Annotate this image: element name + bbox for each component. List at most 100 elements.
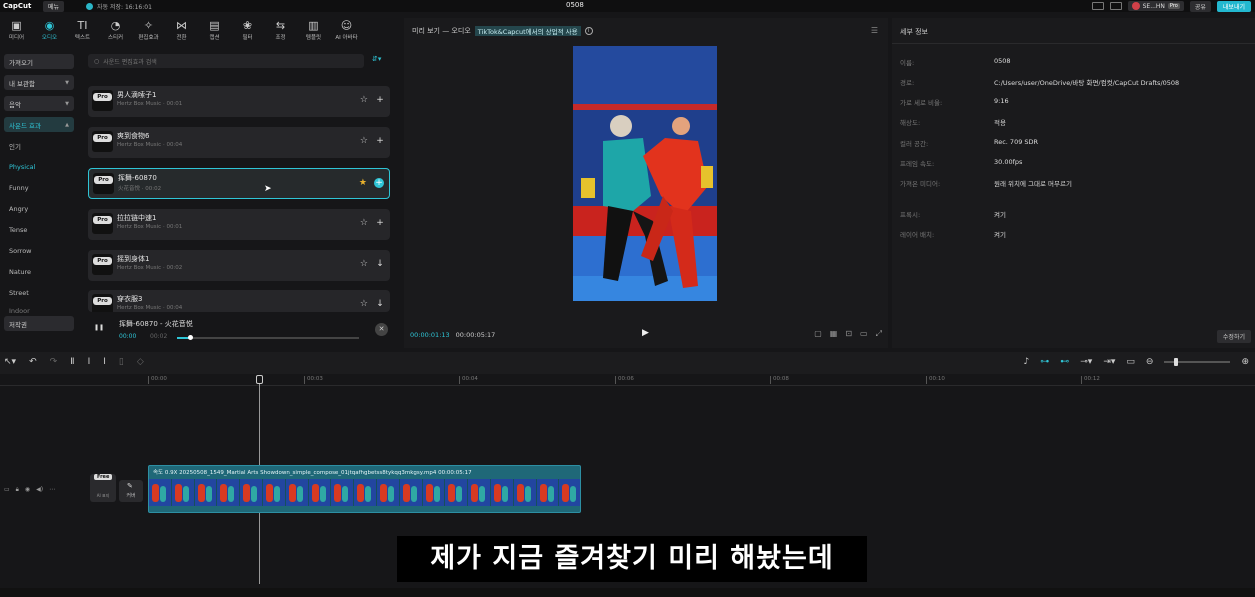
shield-icon[interactable]: ◇ — [137, 357, 144, 367]
timeline-scrollbar[interactable] — [0, 588, 1255, 597]
tool-adjust[interactable]: ⇆ 조정 — [264, 14, 297, 46]
tool-media[interactable]: ▣ 미디어 — [0, 14, 33, 46]
lock-icon[interactable]: 🔒︎ — [16, 486, 19, 494]
zoom-out-icon[interactable]: ⊖ — [1146, 357, 1154, 367]
caption-icon: ▤ — [209, 19, 220, 32]
ratio-icon[interactable]: ▢ — [814, 329, 822, 339]
track-options-icon[interactable]: ▭ — [4, 486, 10, 494]
zoom-in-icon[interactable]: ⊕ — [1241, 357, 1249, 367]
list-item[interactable]: Pro 男人滴嗦子1 Hertz Box Music · 00:01 ☆ + — [88, 86, 390, 117]
more-icon[interactable]: ⋯ — [49, 486, 55, 494]
ai-cover-thumbnail[interactable]: Free AI 표지 — [90, 474, 116, 502]
zoom-slider-knob[interactable] — [1174, 358, 1179, 366]
category-funny[interactable]: Funny — [4, 180, 74, 195]
tool-text[interactable]: TI 텍스트 — [66, 14, 99, 46]
list-item[interactable]: Pro 爽到食物6 Hertz Box Music · 00:04 ☆ + — [88, 127, 390, 158]
category-angry[interactable]: Angry — [4, 201, 74, 216]
category-tense[interactable]: Tense — [4, 222, 74, 237]
category-library[interactable]: 내 보관함 ▼ — [4, 75, 74, 90]
preview-axis-icon[interactable]: ▭ — [1126, 357, 1135, 367]
favorite-star-icon[interactable]: ☆ — [360, 218, 368, 228]
split-right-icon[interactable]: Ⅰ — [103, 357, 106, 367]
category-import[interactable]: 가져오기 — [4, 54, 74, 69]
pause-icon[interactable]: ❚❚ — [94, 324, 104, 331]
favorite-star-icon[interactable]: ☆ — [360, 136, 368, 146]
info-icon[interactable]: i — [584, 27, 593, 35]
menu-icon[interactable]: ☰ — [871, 26, 878, 35]
volume-icon[interactable]: ◀) — [36, 486, 43, 494]
list-item-selected[interactable]: Pro 挥舞-60870 火花音悦 · 00:02 ★ + ➤ — [88, 168, 390, 199]
sound-thumbnail: Pro — [93, 173, 114, 194]
undo-icon[interactable]: ↶ — [29, 357, 37, 367]
split-left-icon[interactable]: Ⅰ — [88, 357, 91, 367]
filter-icon[interactable]: ⇵▾ — [372, 55, 381, 63]
player-progress-slider[interactable] — [177, 335, 359, 340]
quality-icon[interactable]: ▭ — [860, 329, 868, 339]
category-copyright[interactable]: 저작권 — [4, 316, 74, 331]
microphone-icon[interactable]: ♪ — [1024, 357, 1030, 367]
link-icon[interactable]: ⊸▾ — [1080, 357, 1092, 367]
link-main-track-icon[interactable]: ⊶ — [1040, 357, 1049, 367]
layout-icon[interactable] — [1091, 2, 1104, 10]
delete-icon[interactable]: ▯ — [119, 357, 124, 367]
share-button[interactable]: 공유 — [1189, 0, 1211, 12]
zoom-slider[interactable] — [1164, 358, 1231, 366]
menu-button[interactable]: 메뉴 — [43, 0, 65, 12]
effects-icon: ✧ — [143, 19, 154, 32]
category-street[interactable]: Street — [4, 285, 74, 300]
export-button[interactable]: 내보내기 — [1216, 0, 1251, 12]
magnet-icon[interactable]: ⊷ — [1060, 357, 1069, 367]
tool-transition[interactable]: ⋈ 전환 — [165, 14, 198, 46]
list-item[interactable]: Pro 穿衣服3 Hertz Box Music · 00:04 ☆ ↓ — [88, 290, 390, 312]
favorite-star-icon[interactable]: ★ — [359, 178, 367, 188]
play-icon[interactable]: ▶ — [642, 328, 649, 338]
split-icon[interactable]: Ⅱ — [70, 357, 74, 367]
redo-icon[interactable]: ↷ — [50, 357, 58, 367]
cover-button[interactable]: ✎ 커버 — [119, 480, 143, 502]
list-item[interactable]: Pro 拉拉链中速1 Hertz Box Music · 00:01 ☆ + — [88, 209, 390, 240]
download-icon[interactable]: ↓ — [375, 259, 385, 269]
shortcut-icon[interactable] — [1109, 2, 1122, 10]
tool-caption[interactable]: ▤ 캡션 — [198, 14, 231, 46]
player-progress-knob[interactable] — [187, 335, 193, 340]
snap-icon[interactable]: ⇥▾ — [1103, 357, 1115, 367]
timeline-ruler[interactable]: 00:00 00:03 00:04 00:06 00:08 00:10 00:1… — [0, 374, 1255, 386]
tool-audio[interactable]: ◉ 오디오 — [33, 14, 66, 46]
category-indoor[interactable]: Indoor — [4, 306, 74, 315]
category-physical[interactable]: Physical — [4, 159, 74, 174]
sticker-icon: ◔ — [110, 19, 121, 32]
add-icon[interactable]: + — [375, 218, 385, 228]
close-icon[interactable]: ✕ — [375, 323, 388, 336]
add-icon[interactable]: + — [375, 136, 385, 146]
select-tool-icon[interactable]: ↖▾ — [4, 357, 16, 367]
fullscreen-icon[interactable]: ⤢ — [876, 329, 882, 339]
category-sorrow[interactable]: Sorrow — [4, 243, 74, 258]
playhead-handle[interactable] — [256, 375, 263, 384]
list-item[interactable]: Pro 摇到身体1 Hertz Box Music · 00:02 ☆ ↓ — [88, 250, 390, 281]
chevron-up-icon: ▲ — [65, 121, 69, 128]
category-music[interactable]: 음악 ▼ — [4, 96, 74, 111]
category-popular[interactable]: 인기 — [4, 138, 74, 153]
tool-template[interactable]: ▥ 템플릿 — [297, 14, 330, 46]
tool-filter[interactable]: ❀ 필터 — [231, 14, 264, 46]
tool-sticker[interactable]: ◔ 스티커 — [99, 14, 132, 46]
tool-effects[interactable]: ✧ 편집효과 — [132, 14, 165, 46]
add-icon[interactable]: + — [374, 178, 384, 188]
edit-button[interactable]: 수정하기 — [1216, 330, 1251, 343]
add-icon[interactable]: + — [375, 95, 385, 105]
preview-controls: ▢ ▦ ⊡ ▭ ⤢ — [814, 329, 882, 339]
favorite-star-icon[interactable]: ☆ — [360, 299, 368, 309]
category-sound-effects[interactable]: 사운드 효과 ▲ — [4, 117, 74, 132]
favorite-star-icon[interactable]: ☆ — [360, 95, 368, 105]
grid-icon[interactable]: ▦ — [830, 329, 838, 339]
tool-ai-avatar[interactable]: ☺ AI 아바타 — [330, 14, 363, 46]
current-time: 00:00:01:13 — [410, 331, 450, 339]
user-account[interactable]: SE...HN Pro — [1127, 1, 1184, 11]
search-input[interactable]: ○ 사운드 편집효과 검색 — [88, 54, 364, 68]
download-icon[interactable]: ↓ — [375, 299, 385, 309]
eye-icon[interactable]: ◉ — [25, 486, 30, 494]
category-nature[interactable]: Nature — [4, 264, 74, 279]
favorite-star-icon[interactable]: ☆ — [360, 259, 368, 269]
fit-icon[interactable]: ⊡ — [845, 329, 852, 339]
video-clip[interactable]: 속도 0.9X 20250508_1549_Martial Arts Showd… — [148, 465, 581, 513]
